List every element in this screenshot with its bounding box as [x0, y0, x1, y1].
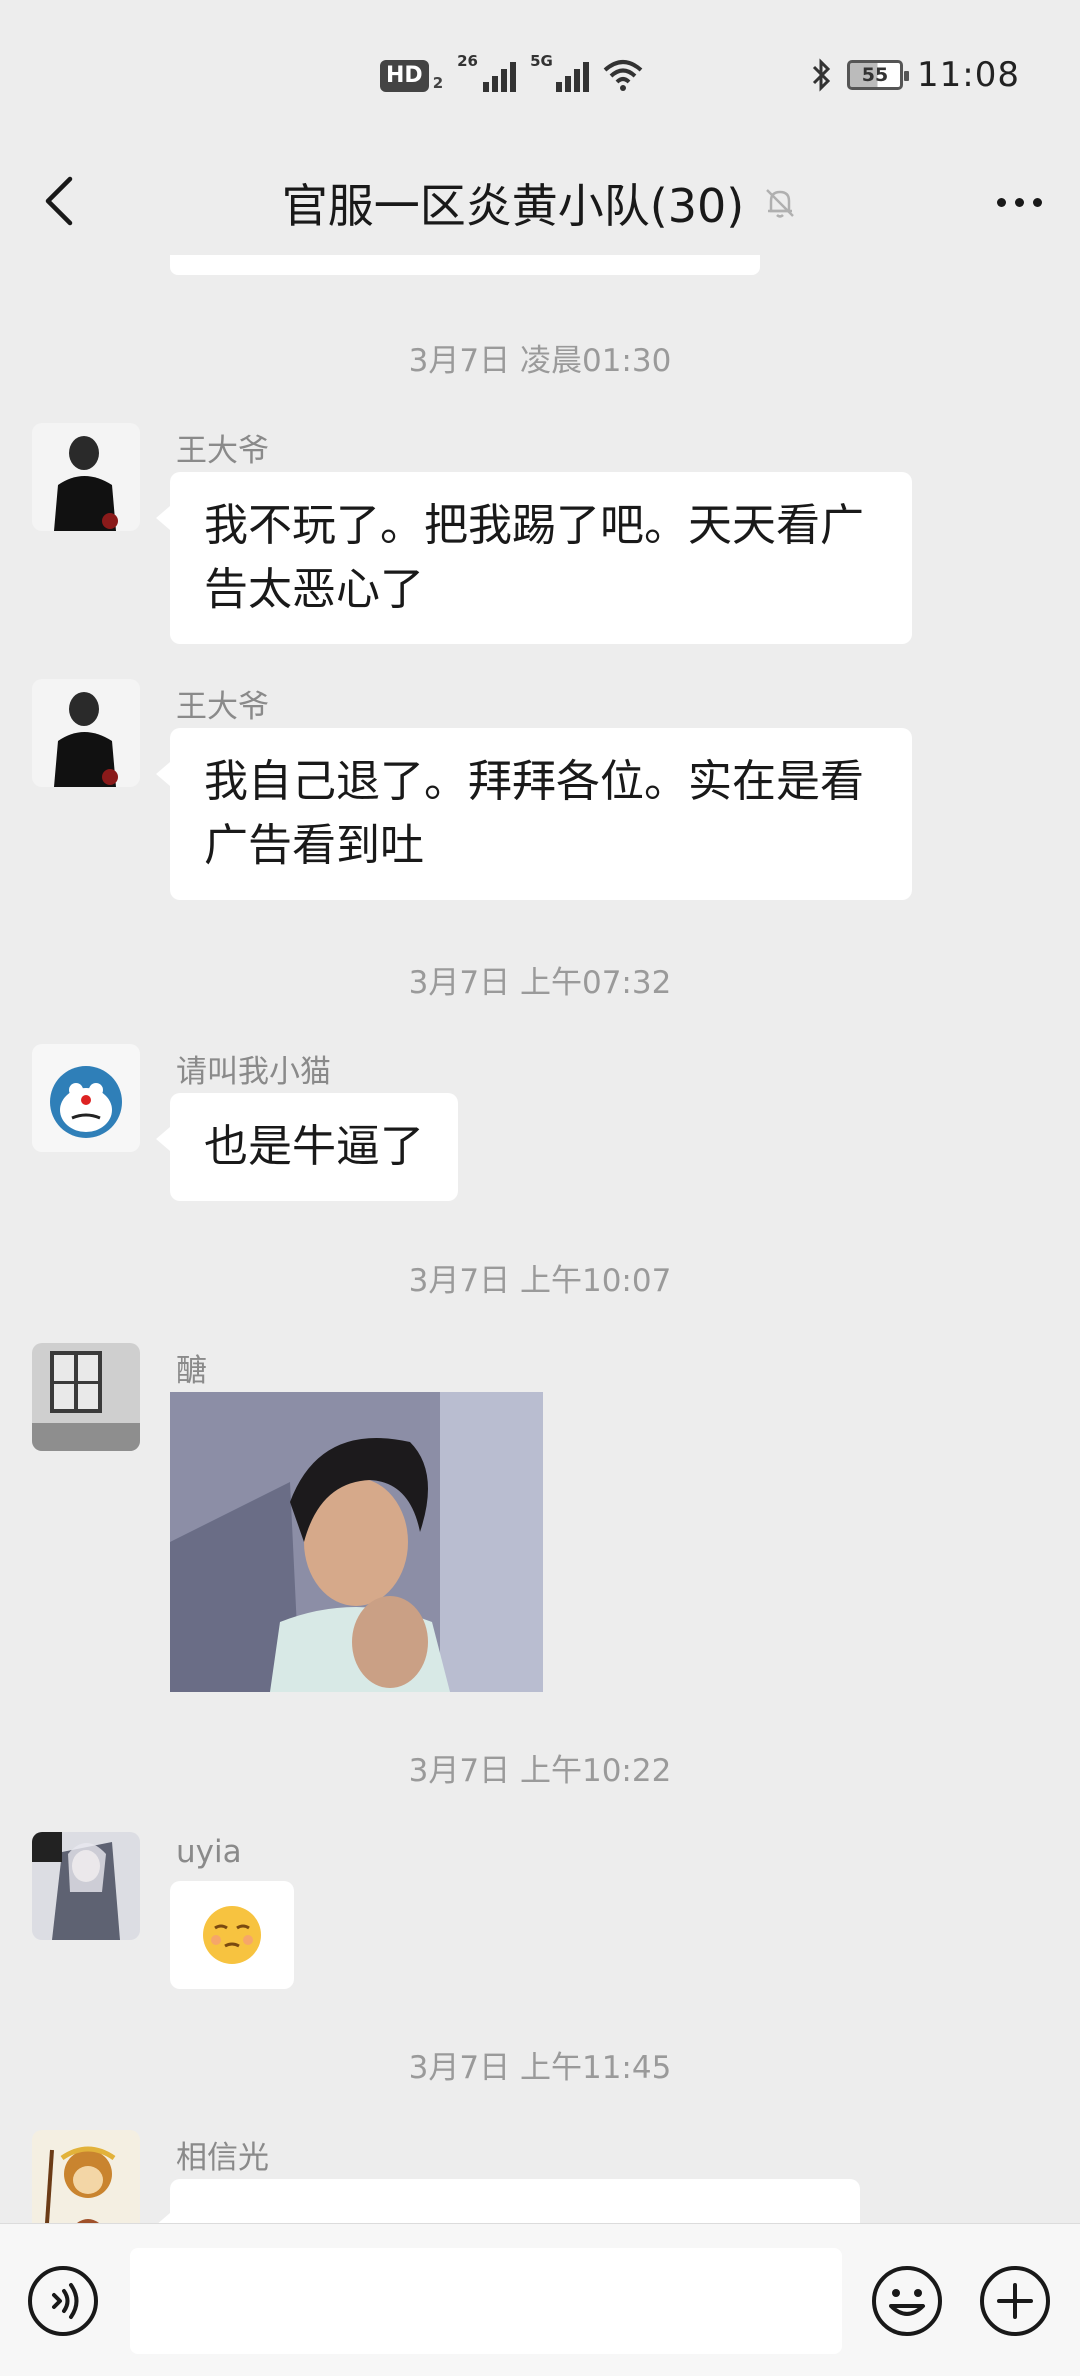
- timestamp: 3月7日 上午10:07: [408, 1263, 672, 1299]
- wifi-icon: [603, 60, 643, 91]
- more-options-button[interactable]: [984, 172, 1054, 232]
- dot-icon: [1032, 197, 1042, 207]
- network-label-1: 26: [457, 52, 478, 70]
- emoji-button[interactable]: [870, 2264, 944, 2338]
- bell-off-icon: [766, 188, 795, 218]
- timestamp: 3月7日 上午07:32: [408, 965, 672, 1001]
- dot-icon: [996, 197, 1006, 207]
- smiley-icon: [872, 2266, 942, 2336]
- message-text-line: 告太恶心了: [204, 564, 424, 615]
- message-text: 也是牛逼了: [204, 1121, 424, 1172]
- avatar[interactable]: [32, 2130, 140, 2223]
- avatar[interactable]: [32, 423, 140, 531]
- image-message[interactable]: [170, 1392, 543, 1692]
- signal-icon-1: 26: [457, 52, 517, 92]
- more-actions-button[interactable]: [978, 2264, 1052, 2338]
- sender-name: 王大爷: [176, 433, 269, 469]
- plus-circle-icon: [980, 2266, 1050, 2336]
- timestamp: 3月7日 上午11:45: [408, 2050, 672, 2086]
- title-wrap: 官服一区炎黄小队(30): [0, 150, 1080, 255]
- message-bubble[interactable]: 我自己退了。拜拜各位。实在是看 广告看到吐: [156, 728, 912, 900]
- input-bar: [0, 2223, 1080, 2376]
- previous-message-bubble[interactable]: [170, 255, 760, 275]
- message-text-line: 我自己退了。拜拜各位。实在是看: [204, 756, 864, 807]
- battery-icon: 55: [847, 60, 910, 90]
- signal-icon-2: 5G: [530, 52, 590, 92]
- smirking-face-icon: [203, 1906, 261, 1964]
- message-bubble[interactable]: 也是牛逼了: [156, 1093, 458, 1201]
- timestamp: 3月7日 上午10:22: [408, 1753, 672, 1789]
- sender-name: 醣: [176, 1353, 207, 1389]
- sender-name: 相信光: [176, 2140, 269, 2176]
- voice-button[interactable]: [26, 2264, 100, 2338]
- sender-name: 请叫我小猫: [176, 1054, 331, 1090]
- sender-name: 王大爷: [176, 689, 269, 725]
- avatar[interactable]: [32, 1044, 140, 1152]
- avatar[interactable]: [32, 1832, 140, 1940]
- message-list[interactable]: 3月7日 凌晨01:30 王大爷 我不玩了。把我踢了吧。天天看广 告太恶心了 王…: [0, 255, 1080, 2223]
- status-bar: HD 2 26 5G 55 11:08: [0, 0, 1080, 150]
- status-left: HD 2 26 5G: [380, 52, 643, 92]
- message-bubble[interactable]: 我不玩了。把我踢了吧。天天看广 告太恶心了: [156, 472, 912, 644]
- battery-level: 55: [861, 64, 889, 86]
- clock: 11:08: [917, 55, 1020, 95]
- sender-name: uyia: [176, 1834, 242, 1870]
- hd-icon: HD: [380, 60, 429, 92]
- page-title: 官服一区炎黄小队(30): [281, 178, 745, 233]
- message-text-line: 广告看到吐: [204, 820, 424, 871]
- message-text-line: 我不玩了。把我踢了吧。天天看广: [204, 500, 864, 551]
- message-bubble-partial[interactable]: [156, 2179, 860, 2223]
- voice-wave-icon: [28, 2266, 98, 2336]
- avatar[interactable]: [32, 679, 140, 787]
- network-label-2: 5G: [530, 52, 553, 70]
- bluetooth-icon: [812, 58, 831, 92]
- chat-screen: HD 2 26 5G 55 11:08 官服一区炎黄小队(30) 3月7日 凌晨…: [0, 0, 1080, 2376]
- timestamp: 3月7日 凌晨01:30: [408, 343, 672, 379]
- title-bar: 官服一区炎黄小队(30): [0, 150, 1080, 255]
- dot-icon: [1014, 197, 1024, 207]
- hd-sub-label: 2: [432, 74, 444, 92]
- message-input[interactable]: [130, 2248, 842, 2354]
- status-right: 55 11:08: [809, 55, 1020, 95]
- sticker-message[interactable]: [170, 1881, 294, 1989]
- avatar[interactable]: [32, 1343, 140, 1451]
